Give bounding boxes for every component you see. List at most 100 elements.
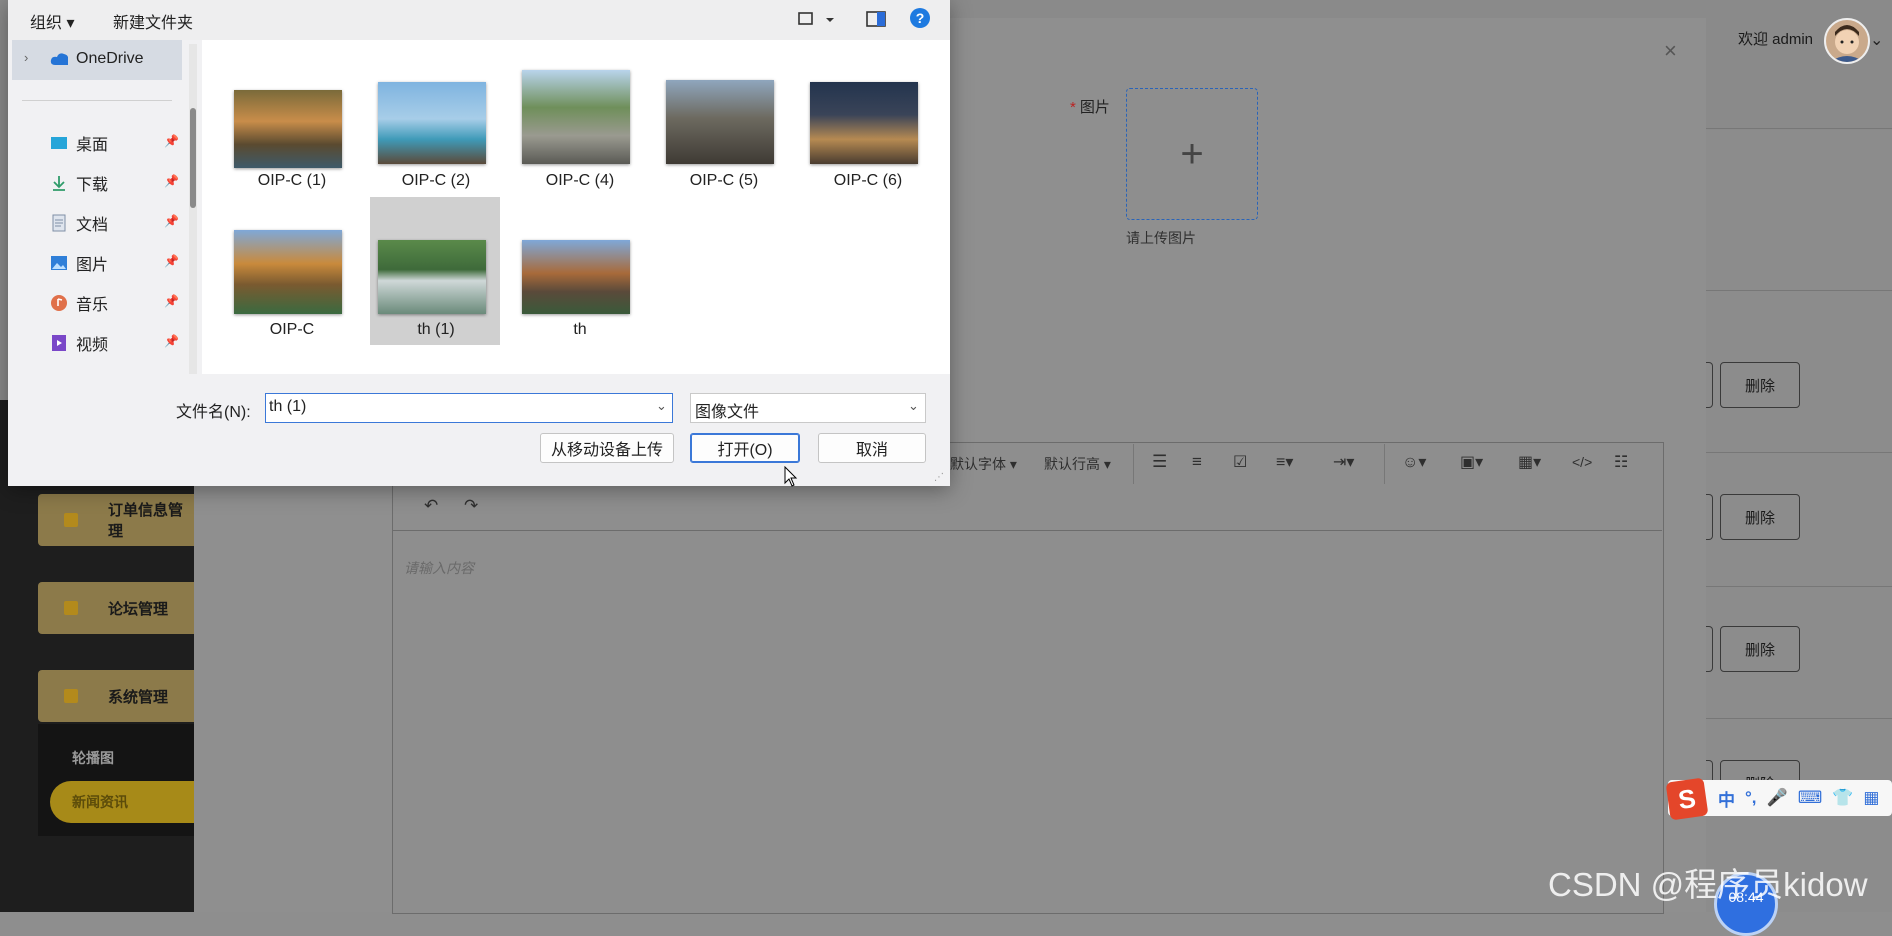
new-folder-button[interactable]: 新建文件夹 (113, 9, 193, 33)
chevron-down-icon[interactable]: ⌄ (1870, 30, 1883, 50)
image-icon[interactable]: ▣▾ (1460, 452, 1483, 472)
file-item-label[interactable]: th (510, 321, 650, 339)
sogou-logo-icon[interactable]: S (1665, 777, 1709, 821)
file-thumbnail[interactable] (234, 90, 342, 168)
pin-icon[interactable]: 📌 (164, 134, 179, 148)
resize-grip-icon[interactable]: ⋰ (934, 472, 944, 483)
rich-text-editor[interactable] (392, 442, 1664, 914)
onedrive-label: OneDrive (50, 50, 144, 68)
editor-placeholder: 请输入内容 (404, 560, 474, 576)
mouse-cursor-icon (784, 465, 798, 493)
divider (1133, 444, 1134, 484)
sidebar-subitem-carousel[interactable]: 轮播图 (72, 748, 114, 768)
skin-icon[interactable]: 👕 (1832, 788, 1853, 808)
bullet-list-icon[interactable]: ☰ (1152, 452, 1167, 472)
file-thumbnail[interactable] (378, 82, 486, 164)
open-button[interactable]: 打开(O) (690, 433, 800, 463)
cloud-icon (50, 50, 68, 68)
file-thumbnail[interactable] (522, 240, 630, 314)
file-item-label[interactable]: OIP-C (1) (222, 172, 362, 190)
line-height-select[interactable]: 默认行高 ▾ (1044, 454, 1111, 474)
video-icon (50, 334, 68, 352)
indent-icon[interactable]: ⇥▾ (1333, 452, 1354, 472)
nav-item-downloads[interactable]: 下载 (50, 171, 108, 195)
delete-button[interactable]: 删除 (1720, 494, 1800, 540)
close-icon[interactable]: × (1664, 38, 1677, 64)
nav-scrollbar-thumb[interactable] (190, 108, 196, 208)
view-mode-icon[interactable] (798, 10, 834, 33)
menu-icon (64, 601, 78, 615)
divider (1700, 718, 1892, 719)
divider (1700, 128, 1892, 129)
align-icon[interactable]: ≡▾ (1276, 452, 1293, 472)
navigation-pane (8, 40, 202, 374)
punctuation-icon[interactable]: °, (1745, 788, 1757, 808)
cancel-button[interactable]: 取消 (818, 433, 926, 463)
emoji-icon[interactable]: ☺▾ (1402, 452, 1426, 472)
help-icon[interactable]: ? (910, 8, 930, 28)
divider (22, 100, 172, 101)
sidebar-subitem-news[interactable]: 新闻资讯 (50, 781, 194, 823)
upload-tip: 请上传图片 (1126, 230, 1196, 246)
document-icon (50, 214, 68, 232)
file-thumbnail[interactable] (378, 240, 486, 314)
file-item-label[interactable]: th (1) (366, 321, 506, 339)
ime-mode[interactable]: 中 (1718, 786, 1735, 811)
chevron-right-icon[interactable]: › (24, 50, 28, 65)
avatar[interactable] (1824, 18, 1870, 64)
filename-input[interactable]: th (1) (265, 393, 673, 423)
sidebar-item-forum[interactable]: 论坛管理 (38, 582, 194, 634)
menu-icon (64, 513, 78, 527)
image-upload-button[interactable]: + (1126, 88, 1258, 220)
divider (1700, 452, 1892, 453)
image-field-label: * 图片 (1070, 99, 1110, 116)
pin-icon[interactable]: 📌 (164, 174, 179, 188)
welcome-text: 欢迎 admin (1738, 31, 1814, 48)
delete-button[interactable]: 删除 (1720, 362, 1800, 408)
microphone-icon[interactable]: 🎤 (1767, 788, 1788, 808)
plus-icon: + (1180, 131, 1204, 176)
nav-item-pictures[interactable]: 图片 (50, 251, 108, 275)
upload-from-mobile-button[interactable]: 从移动设备上传 (540, 433, 674, 463)
file-item-label[interactable]: OIP-C (6) (798, 172, 938, 190)
nav-item-desktop[interactable]: 桌面 (50, 131, 108, 155)
redo-icon[interactable]: ↷ (464, 496, 478, 516)
file-item-label[interactable]: OIP-C (5) (654, 172, 794, 190)
file-thumbnail[interactable] (666, 80, 774, 164)
chevron-down-icon[interactable]: ⌄ (908, 398, 919, 414)
delete-button[interactable]: 删除 (1720, 626, 1800, 672)
preview-pane-icon[interactable] (866, 10, 886, 33)
code-icon[interactable]: </> (1572, 454, 1592, 470)
file-item-label[interactable]: OIP-C (2) (366, 172, 506, 190)
apps-grid-icon[interactable]: ▦ (1863, 788, 1879, 808)
file-item-label[interactable]: OIP-C (4) (510, 172, 650, 190)
nav-item-music[interactable]: 音乐 (50, 291, 108, 315)
dialog-footer (8, 374, 950, 486)
pin-icon[interactable]: 📌 (164, 334, 179, 348)
nav-item-videos[interactable]: 视频 (50, 331, 108, 355)
keyboard-icon[interactable]: ⌨ (1798, 788, 1823, 808)
file-item-label[interactable]: OIP-C (222, 321, 362, 339)
undo-icon[interactable]: ↶ (424, 496, 438, 516)
todo-checkbox-icon[interactable]: ☑ (1233, 452, 1247, 472)
font-family-select[interactable]: 默认字体 ▾ (950, 454, 1017, 474)
chevron-down-icon[interactable]: ⌄ (656, 398, 667, 414)
sidebar-item-system[interactable]: 系统管理 (38, 670, 194, 722)
sidebar-item-orders[interactable]: 订单信息管理 (38, 494, 194, 546)
nav-scrollbar[interactable] (189, 44, 197, 374)
pin-icon[interactable]: 📌 (164, 214, 179, 228)
pin-icon[interactable]: 📌 (164, 294, 179, 308)
file-thumbnail[interactable] (810, 82, 918, 164)
organize-menu[interactable]: 组织 ▾ (30, 9, 75, 33)
filename-label: 文件名(N): (176, 404, 251, 421)
file-thumbnail[interactable] (522, 70, 630, 164)
filetype-select[interactable]: 图像文件 (690, 393, 926, 423)
pin-icon[interactable]: 📌 (164, 254, 179, 268)
divider (1384, 444, 1385, 484)
file-thumbnail[interactable] (234, 230, 342, 314)
numbered-list-icon[interactable]: ≡ (1192, 452, 1202, 472)
divider-line-icon[interactable]: ☷ (1614, 452, 1628, 472)
desktop-icon (50, 134, 68, 152)
nav-item-documents[interactable]: 文档 (50, 211, 108, 235)
table-icon[interactable]: ▦▾ (1518, 452, 1541, 472)
